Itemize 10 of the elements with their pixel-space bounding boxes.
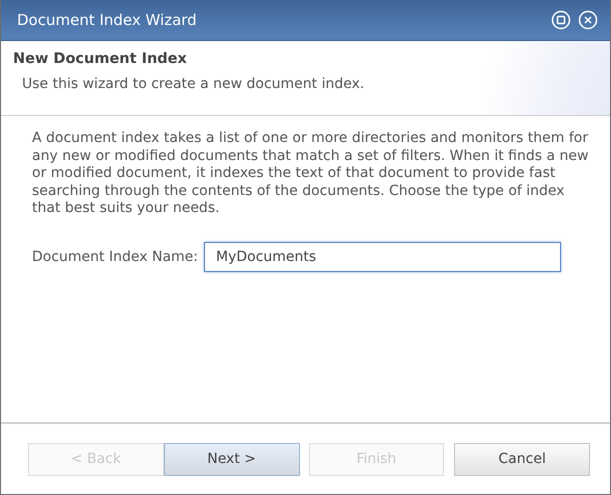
maximize-icon[interactable]: [551, 10, 571, 30]
name-input-field[interactable]: MyDocuments: [204, 242, 561, 272]
window-title: Document Index Wizard: [17, 11, 197, 29]
description-text: A document index takes a list of one or more directories and monitors them for any new or modified documents that match a set of filters. When it finds a new or modified document, it indexes the text of that document to provide fast searching through the contents of the documents. Choose the type of index that best suits your needs.: [32, 130, 590, 218]
page-subtitle: Use this wizard to create a new document index.: [22, 76, 366, 92]
page-title: New Document Index: [13, 51, 188, 67]
field-label: Document Index Name:: [32, 248, 198, 264]
close-icon[interactable]: [578, 10, 598, 30]
wizard-button[interactable]: Next >: [164, 442, 300, 476]
wizard-button[interactable]: Cancel: [454, 442, 590, 476]
